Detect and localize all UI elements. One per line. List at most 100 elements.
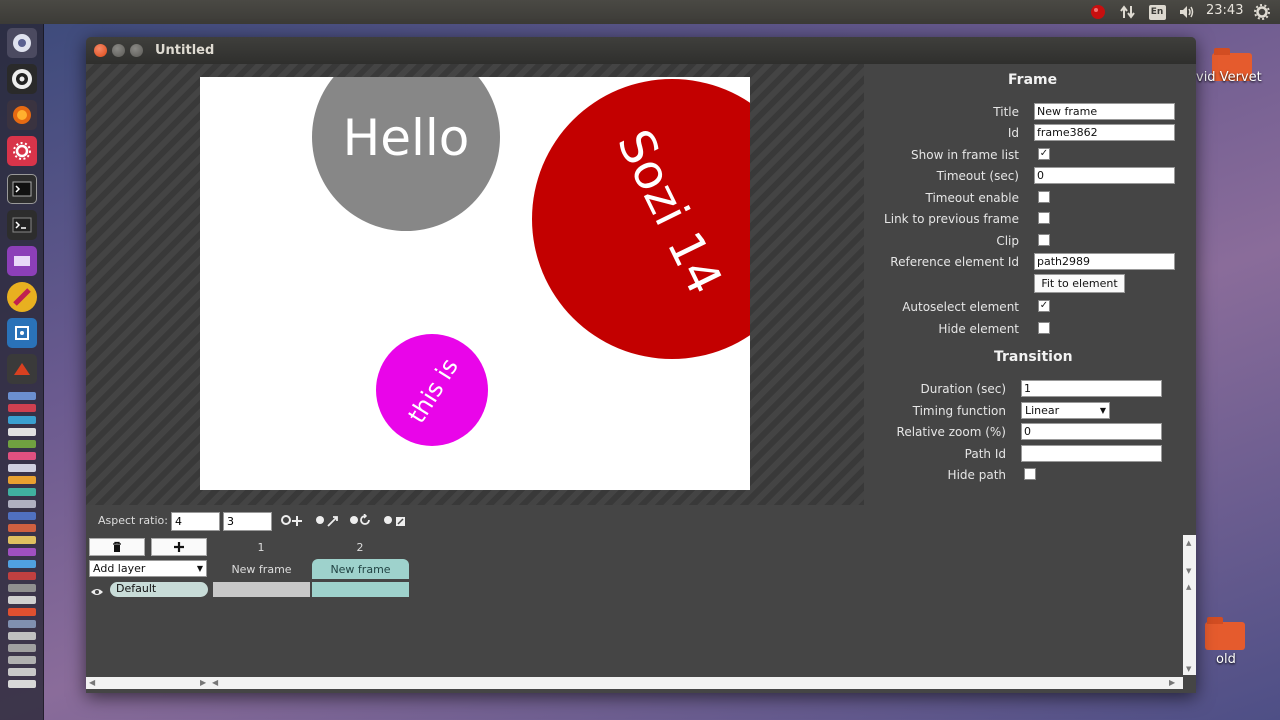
launcher-item-strip[interactable] <box>8 632 36 640</box>
desktop-item-label[interactable]: vid Vervet <box>1196 70 1262 85</box>
trash-icon <box>113 541 121 552</box>
rotate-icon[interactable] <box>349 514 375 528</box>
launcher-item-strip[interactable] <box>8 476 36 484</box>
scroll-right-icon[interactable]: ▶ <box>200 678 206 687</box>
plus-icon <box>174 542 184 552</box>
app-icon[interactable] <box>7 282 37 312</box>
launcher-item-strip[interactable] <box>8 464 36 472</box>
transition-section-title: Transition <box>994 349 1073 365</box>
desktop-folder-icon[interactable] <box>1205 617 1245 650</box>
hide-element-checkbox[interactable] <box>1038 322 1050 334</box>
launcher-item-strip[interactable] <box>8 548 36 556</box>
hide-path-checkbox[interactable] <box>1024 468 1036 480</box>
layer-name[interactable]: Default <box>110 582 208 597</box>
launcher-item-strip[interactable] <box>8 656 36 664</box>
show-in-list-checkbox[interactable]: ✓ <box>1038 148 1050 160</box>
add-frame-icon[interactable] <box>281 514 307 528</box>
add-button[interactable] <box>151 538 207 556</box>
frame-title-1[interactable]: New frame <box>213 559 310 579</box>
scale-icon[interactable] <box>315 514 341 528</box>
duration-input[interactable] <box>1021 380 1162 397</box>
launcher-item-strip[interactable] <box>8 572 36 580</box>
timeline-cell-selected[interactable] <box>312 582 409 597</box>
timing-function-select[interactable]: Linear ▼ <box>1021 402 1110 419</box>
window-titlebar[interactable]: Untitled <box>86 37 1196 64</box>
link-prev-checkbox[interactable] <box>1038 212 1050 224</box>
clock[interactable]: 23:43 <box>1206 3 1243 18</box>
volume-icon[interactable] <box>1176 0 1198 24</box>
launcher-item-strip[interactable] <box>8 404 36 412</box>
launcher-item-strip[interactable] <box>8 488 36 496</box>
launcher-item-strip[interactable] <box>8 680 36 688</box>
launcher-item-strip[interactable] <box>8 452 36 460</box>
launcher-item-strip[interactable] <box>8 584 36 592</box>
desktop-item-label[interactable]: old <box>1216 652 1236 667</box>
launcher-item-strip[interactable] <box>8 560 36 568</box>
terminal-2-icon[interactable] <box>7 210 37 240</box>
scroll-down-icon[interactable]: ▼ <box>1186 665 1191 673</box>
scroll-up-icon[interactable]: ▲ <box>1186 539 1191 547</box>
launcher-item-strip[interactable] <box>8 512 36 520</box>
autoselect-checkbox[interactable]: ✓ <box>1038 300 1050 312</box>
launcher-item-strip[interactable] <box>8 500 36 508</box>
delete-button[interactable] <box>89 538 145 556</box>
maximize-button[interactable] <box>130 44 143 57</box>
dash-icon[interactable] <box>7 28 37 58</box>
app-icon[interactable] <box>7 246 37 276</box>
launcher-item-strip[interactable] <box>8 668 36 676</box>
scroll-left-icon[interactable]: ◀ <box>212 678 218 687</box>
timeout-enable-checkbox[interactable] <box>1038 191 1050 203</box>
reference-element-input[interactable] <box>1034 253 1175 270</box>
obs-icon[interactable] <box>7 64 37 94</box>
launcher-item-strip[interactable] <box>8 620 36 628</box>
timing-function-label: Timing function <box>912 404 1006 418</box>
timeline-cell[interactable] <box>213 582 310 597</box>
clip-icon[interactable] <box>383 514 409 528</box>
red-circle[interactable] <box>532 79 750 359</box>
clip-checkbox[interactable] <box>1038 234 1050 246</box>
launcher-item-strip[interactable] <box>8 416 36 424</box>
aspect-height-input[interactable] <box>223 512 272 531</box>
aspect-width-input[interactable] <box>171 512 220 531</box>
launcher-item-strip[interactable] <box>8 644 36 652</box>
settings-icon[interactable] <box>7 136 37 166</box>
launcher-item-strip[interactable] <box>8 440 36 448</box>
launcher-item-strip[interactable] <box>8 392 36 400</box>
fit-to-element-button[interactable]: Fit to element <box>1034 274 1125 293</box>
network-icon[interactable] <box>1118 0 1138 24</box>
keyboard-layout-icon[interactable]: En <box>1147 0 1167 24</box>
app-icon[interactable] <box>7 318 37 348</box>
scroll-left-icon[interactable]: ◀ <box>89 678 95 687</box>
launcher-item-strip[interactable] <box>8 524 36 532</box>
horizontal-scrollbar[interactable]: ◀ ▶ ◀ ▶ <box>86 677 1183 689</box>
properties-panel: Frame Title Id Show in frame list ✓ Time… <box>864 64 1196 505</box>
timeout-input[interactable] <box>1034 167 1175 184</box>
id-input[interactable] <box>1034 124 1175 141</box>
frame-title-2[interactable]: New frame <box>312 559 409 579</box>
scroll-up-icon[interactable]: ▲ <box>1186 583 1191 591</box>
scroll-right-icon[interactable]: ▶ <box>1169 678 1175 687</box>
scroll-down-icon[interactable]: ▼ <box>1186 567 1191 575</box>
minimize-button[interactable] <box>112 44 125 57</box>
slide-canvas[interactable]: Hello Sozi 14 this is <box>200 77 750 490</box>
title-input[interactable] <box>1034 103 1175 120</box>
hello-text[interactable]: Hello <box>343 109 470 167</box>
launcher-item-strip[interactable] <box>8 608 36 616</box>
add-layer-select[interactable]: Add layer ▼ <box>89 560 207 577</box>
launcher-item-strip[interactable] <box>8 428 36 436</box>
preview-stage[interactable]: Hello Sozi 14 this is <box>86 64 864 505</box>
launcher-item-strip[interactable] <box>8 536 36 544</box>
ubuntu-one-icon[interactable] <box>1088 0 1108 24</box>
relative-zoom-input[interactable] <box>1021 423 1162 440</box>
app-icon[interactable] <box>7 354 37 384</box>
eye-icon[interactable] <box>90 583 104 595</box>
terminal-icon[interactable] <box>7 174 37 204</box>
firefox-icon[interactable] <box>7 100 37 130</box>
path-id-input[interactable] <box>1021 445 1162 462</box>
close-button[interactable] <box>94 44 107 57</box>
settings-icon[interactable] <box>1252 0 1272 24</box>
frame-number: 1 <box>257 541 265 554</box>
launcher-item-strip[interactable] <box>8 596 36 604</box>
reference-element-label: Reference element Id <box>890 255 1019 269</box>
vertical-scrollbar[interactable]: ▲ ▼ ▲ ▼ <box>1183 535 1196 675</box>
